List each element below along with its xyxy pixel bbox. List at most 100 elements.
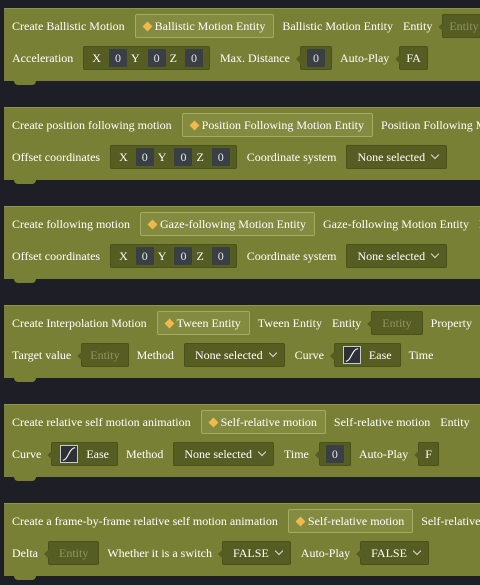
variable-chip[interactable]: Ballistic Motion Entity bbox=[134, 14, 275, 38]
delta-input[interactable]: Entity bbox=[48, 541, 100, 565]
z-label: Z bbox=[169, 50, 177, 65]
variable-chip[interactable]: Gaze-following Motion Entity bbox=[139, 212, 315, 236]
entity-input[interactable]: Entity bbox=[371, 311, 423, 335]
variable-chip[interactable]: Position Following Motion Entity bbox=[181, 113, 374, 137]
entity-placeholder: Entity bbox=[382, 315, 412, 330]
z-field[interactable]: 0 bbox=[211, 148, 230, 166]
block-row-2: Offset coordinates X 0 Y 0 Z 0 Coordinat… bbox=[12, 243, 455, 269]
x-field[interactable]: 0 bbox=[135, 148, 154, 166]
target-value-input[interactable]: Entity bbox=[81, 343, 129, 367]
coordinate-system-select[interactable]: None selected bbox=[346, 244, 448, 268]
block-row-2: Curve Ease Method None selected Time 0 A… bbox=[12, 441, 447, 467]
method-label: Method bbox=[125, 447, 164, 461]
block-row-2: Target value Entity Method None selected… bbox=[12, 342, 443, 368]
autoplay-label: Auto-Play bbox=[339, 51, 390, 65]
chevron-down-icon bbox=[268, 348, 277, 358]
y-field[interactable]: 0 bbox=[147, 49, 166, 67]
autoplay-label: Auto-Play bbox=[358, 447, 409, 461]
autoplay-value: FALSE bbox=[371, 545, 407, 560]
curve-select[interactable]: Ease bbox=[51, 442, 118, 466]
time-input[interactable]: 0 bbox=[318, 442, 351, 466]
autoplay-label: Auto-Play bbox=[300, 546, 351, 560]
entity-placeholder: Entity bbox=[449, 18, 479, 33]
block-row-1: Create Ballistic Motion Ballistic Motion… bbox=[12, 13, 480, 39]
coordinate-system-value: None selected bbox=[357, 149, 426, 164]
output-label: Tween Entity bbox=[257, 316, 322, 330]
block-create-relative-self-motion[interactable]: Create relative self motion animation Se… bbox=[4, 404, 480, 481]
variable-chip[interactable]: Self-relative motion bbox=[200, 410, 326, 434]
chevron-down-icon bbox=[430, 249, 440, 259]
z-field[interactable]: 0 bbox=[184, 49, 203, 67]
switch-value: FALSE bbox=[232, 545, 269, 560]
y-label: Y bbox=[130, 50, 140, 65]
time-label: Time bbox=[283, 447, 309, 461]
vector-input[interactable]: X 0 Y 0 Z 0 bbox=[110, 244, 237, 268]
y-field[interactable]: 0 bbox=[174, 148, 193, 166]
variable-chip[interactable]: Tween Entity bbox=[156, 311, 250, 335]
chip-label: Self-relative motion bbox=[307, 513, 405, 528]
chip-label: Tween Entity bbox=[176, 315, 241, 330]
output-label: Position Following Mo bbox=[381, 118, 480, 132]
curve-value: Ease bbox=[86, 446, 109, 461]
block-row-2: Acceleration X 0 Y 0 Z 0 Max. Distance 0… bbox=[12, 45, 436, 71]
block-row-1: Create following motion Gaze-following M… bbox=[12, 211, 480, 237]
coordinate-system-select[interactable]: None selected bbox=[346, 145, 448, 169]
autoplay-value: F bbox=[425, 446, 432, 461]
block-create-frame-by-frame-motion[interactable]: Create a frame-by-frame relative self mo… bbox=[4, 503, 480, 580]
time-value: 0 bbox=[325, 445, 344, 463]
block-title: Create position following motion bbox=[12, 118, 172, 132]
chip-label: Gaze-following Motion Entity bbox=[159, 216, 306, 231]
block-row-1: Create a frame-by-frame relative self mo… bbox=[12, 508, 480, 534]
autoplay-select[interactable]: F bbox=[418, 442, 439, 466]
x-field[interactable]: 0 bbox=[135, 247, 154, 265]
switch-label: Whether it is a switch bbox=[107, 546, 212, 560]
chip-label: Ballistic Motion Entity bbox=[154, 18, 266, 33]
block-create-following-motion[interactable]: Create following motion Gaze-following M… bbox=[4, 206, 480, 283]
coordinate-system-value: None selected bbox=[357, 248, 426, 263]
coordinate-system-label: Coordinate system bbox=[246, 249, 337, 263]
method-select[interactable]: None selected bbox=[183, 343, 285, 367]
method-value: None selected bbox=[184, 446, 252, 461]
y-field[interactable]: 0 bbox=[174, 247, 193, 265]
switch-select[interactable]: FALSE bbox=[221, 541, 291, 565]
x-label: X bbox=[119, 149, 128, 164]
vector-input[interactable]: X 0 Y 0 Z 0 bbox=[110, 145, 237, 169]
block-create-ballistic-motion[interactable]: Create Ballistic Motion Ballistic Motion… bbox=[4, 8, 480, 85]
x-field[interactable]: 0 bbox=[108, 49, 127, 67]
entity-label: Entity bbox=[331, 316, 362, 330]
autoplay-select[interactable]: FALSE bbox=[360, 541, 429, 565]
method-select[interactable]: None selected bbox=[173, 442, 274, 466]
curve-select[interactable]: Ease bbox=[333, 343, 401, 367]
diamond-icon bbox=[208, 417, 219, 427]
z-label: Z bbox=[196, 149, 204, 164]
target-placeholder: Entity bbox=[90, 347, 120, 362]
entity-label: Entity bbox=[440, 415, 470, 429]
entity-label: Entity bbox=[403, 19, 433, 33]
x-label: X bbox=[119, 248, 128, 263]
max-distance-input[interactable]: 0 bbox=[299, 46, 332, 70]
block-title: Create Interpolation Motion bbox=[12, 316, 147, 330]
block-row-1: Create Interpolation Motion Tween Entity… bbox=[12, 310, 480, 336]
time-label: Time bbox=[408, 348, 434, 362]
delta-placeholder: Entity bbox=[59, 545, 89, 560]
method-label: Method bbox=[136, 348, 174, 362]
ease-curve-icon bbox=[342, 346, 361, 364]
chevron-down-icon bbox=[274, 546, 284, 556]
block-create-interpolation-motion[interactable]: Create Interpolation Motion Tween Entity… bbox=[4, 305, 480, 382]
chevron-down-icon bbox=[412, 546, 422, 556]
block-create-position-following-motion[interactable]: Create position following motion Positio… bbox=[4, 107, 480, 184]
entity-input[interactable]: Entity bbox=[442, 14, 480, 38]
block-row-2: Delta Entity Whether it is a switch FALS… bbox=[12, 540, 437, 566]
y-label: Y bbox=[157, 149, 167, 164]
block-row-1: Create position following motion Positio… bbox=[12, 112, 480, 138]
chevron-down-icon bbox=[430, 150, 440, 160]
chevron-down-icon bbox=[257, 447, 267, 457]
chip-label: Self-relative motion bbox=[220, 414, 317, 429]
diamond-icon bbox=[147, 219, 158, 229]
variable-chip[interactable]: Self-relative motion bbox=[287, 509, 414, 533]
vector-input[interactable]: X 0 Y 0 Z 0 bbox=[83, 46, 210, 70]
acceleration-label: Acceleration bbox=[12, 51, 74, 65]
autoplay-select[interactable]: FA bbox=[399, 46, 428, 70]
z-field[interactable]: 0 bbox=[211, 247, 230, 265]
block-row-1: Create relative self motion animation Se… bbox=[12, 409, 480, 435]
